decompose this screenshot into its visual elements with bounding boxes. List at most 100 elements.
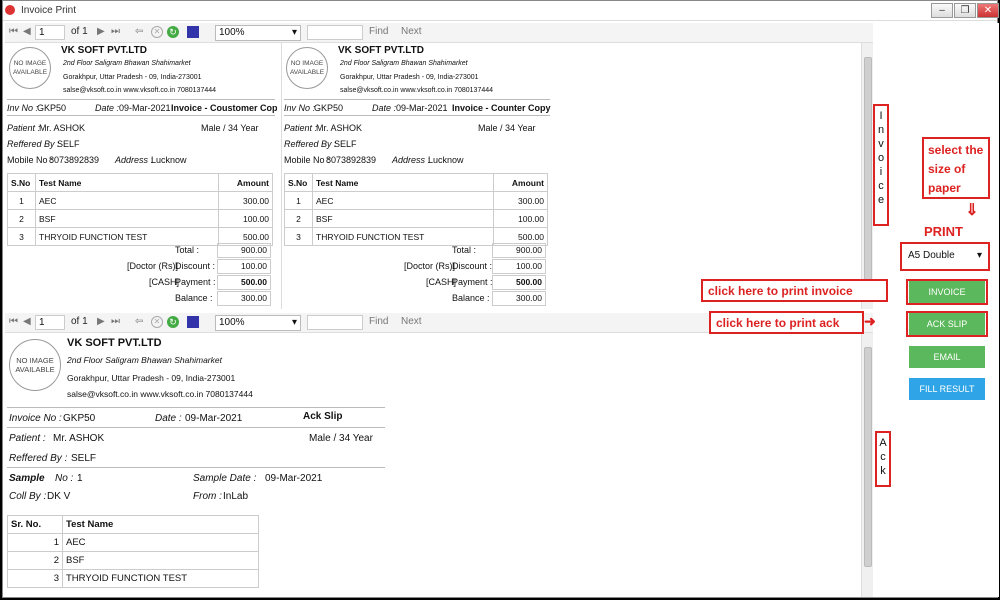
company-address2: Gorakhpur, Uttar Pradesh - 09, India-273… [67,373,236,383]
ack-viewer: ⏮ ◀ 1 of 1 ▶ ⏭ ⇦ ✕ ↻ 100% ▾ Find Next NO … [5,313,873,597]
total-value: 900.00 [492,243,546,258]
find-link[interactable]: Find [369,26,388,37]
fill-result-button[interactable]: FILL RESULT [909,378,985,400]
scroll-thumb[interactable] [864,57,872,283]
zoom-value: 100% [219,317,245,328]
inv-no: GKP50 [37,103,67,113]
doctor-label: [Doctor (Rs)] [404,261,456,271]
stop-icon[interactable]: ✕ [151,316,163,328]
company-name: VK SOFT PVT.LTD [67,337,162,349]
zoom-select[interactable]: 100% ▾ [215,315,301,331]
coll-label: Coll By : [9,491,47,502]
ack-scrollbar[interactable] [861,333,873,597]
divider [7,427,385,428]
discount-value: 100.00 [492,259,546,274]
balance-label: Balance : [175,293,213,303]
next-link[interactable]: Next [401,26,422,37]
paper-size-select[interactable]: A5 Double ▾ [900,242,990,271]
close-icon[interactable]: ✕ [977,3,999,18]
back-icon[interactable]: ⇦ [135,26,143,37]
coll-value: DK V [47,491,71,502]
email-button[interactable]: EMAIL [909,346,985,368]
sample-date: 09-Mar-2021 [265,473,323,484]
find-input[interactable] [307,315,363,330]
paper-size-value: A5 Double [908,250,955,261]
payment-value: 500.00 [217,275,271,290]
counter-copy-page: NO IMAGE AVAILABLE VK SOFT PVT.LTD 2nd F… [281,43,551,309]
cell: AEC [312,191,494,210]
cell: 3 [7,227,36,246]
ack-button-highlight: ACK SLIP [906,311,988,337]
total-value: 900.00 [217,243,271,258]
click-ack-annotation: click here to print ack [709,311,864,334]
mobile-value: 8073892839 [49,155,100,165]
next-page-icon[interactable]: ▶ [97,26,105,37]
sample-date-label: Sample Date : [193,473,257,484]
back-icon[interactable]: ⇦ [135,316,143,327]
invoice-print-window: Invoice Print – ❐ ✕ ⏮ ◀ 1 of 1 ▶ ⏭ ⇦ ✕ ↻… [2,0,999,598]
title-bar: Invoice Print – ❐ ✕ [3,1,999,21]
next-link[interactable]: Next [401,316,422,327]
page-number-input[interactable]: 1 [35,315,65,330]
arrow-down-icon: ⇓ [965,202,979,219]
cell: 100.00 [218,209,273,228]
invoice-button[interactable]: INVOICE [909,281,985,303]
table-row: 2 BSF 100.00 [7,209,273,228]
refresh-icon[interactable]: ↻ [167,316,179,328]
col-header: Amount [493,173,548,192]
cell: 100.00 [493,209,548,228]
cell: 2 [7,209,36,228]
maximize-icon[interactable]: ❐ [954,3,976,18]
col-header: Sr. No. [7,515,63,534]
ack-slip-page: NO IMAGE AVAILABLE VK SOFT PVT.LTD 2nd F… [5,333,405,597]
first-page-icon[interactable]: ⏮ [9,316,18,327]
col-header: S.No [7,173,36,192]
payment-label: Payment : [175,277,216,287]
find-input[interactable] [307,25,363,40]
stop-icon[interactable]: ✕ [151,26,163,38]
prev-page-icon[interactable]: ◀ [23,26,31,37]
ack-slip-button[interactable]: ACK SLIP [909,313,985,335]
from-value: InLab [223,491,249,502]
minimize-icon[interactable]: – [931,3,953,18]
cell: 300.00 [493,191,548,210]
mobile-value: 8073892839 [326,155,377,165]
first-page-icon[interactable]: ⏮ [9,26,18,37]
cell: THRYOID FUNCTION TEST [312,227,494,246]
arrow-right-icon: ➜ [864,313,876,329]
cell: THRYOID FUNCTION TEST [35,227,219,246]
export-icon[interactable] [187,316,199,328]
last-page-icon[interactable]: ⏭ [111,26,120,37]
cell: BSF [62,551,259,570]
patient-label: Patient : [284,123,318,133]
cell: BSF [35,209,219,228]
find-link[interactable]: Find [369,316,388,327]
prev-page-icon[interactable]: ◀ [23,316,31,327]
invoice-scrollbar[interactable] [861,43,873,309]
discount-label: Discount : [175,261,216,271]
app-icon [5,5,15,15]
annotation-letter: c [878,180,884,192]
page-number-input[interactable]: 1 [35,25,65,40]
col-header: Test Name [62,515,259,534]
cell: 1 [7,533,63,552]
payment-value: 500.00 [492,275,546,290]
sample-no: 1 [77,473,83,484]
page-count: of 1 [71,26,88,37]
export-icon[interactable] [187,26,199,38]
next-page-icon[interactable]: ▶ [97,316,105,327]
ack-date: 09-Mar-2021 [185,413,243,424]
col-header: S.No [284,173,313,192]
zoom-select[interactable]: 100% ▾ [215,25,301,41]
refresh-icon[interactable]: ↻ [167,26,179,38]
invoice-annotation: I n v o i c e [873,104,889,226]
table-header: S.No Test Name Amount [7,173,273,192]
invoice-test-table: S.No Test Name Amount 1 AEC 300.00 2 BSF 100… [284,173,548,246]
last-page-icon[interactable]: ⏭ [111,316,120,327]
col-header: Amount [218,173,273,192]
scroll-thumb[interactable] [864,347,872,567]
ref-value: SELF [334,139,357,149]
customer-copy-page: NO IMAGE AVAILABLE VK SOFT PVT.LTD 2nd F… [5,43,277,309]
company-contact: salse@vksoft.co.in www.vksoft.co.in 7080… [63,87,217,94]
cell: 1 [284,191,313,210]
